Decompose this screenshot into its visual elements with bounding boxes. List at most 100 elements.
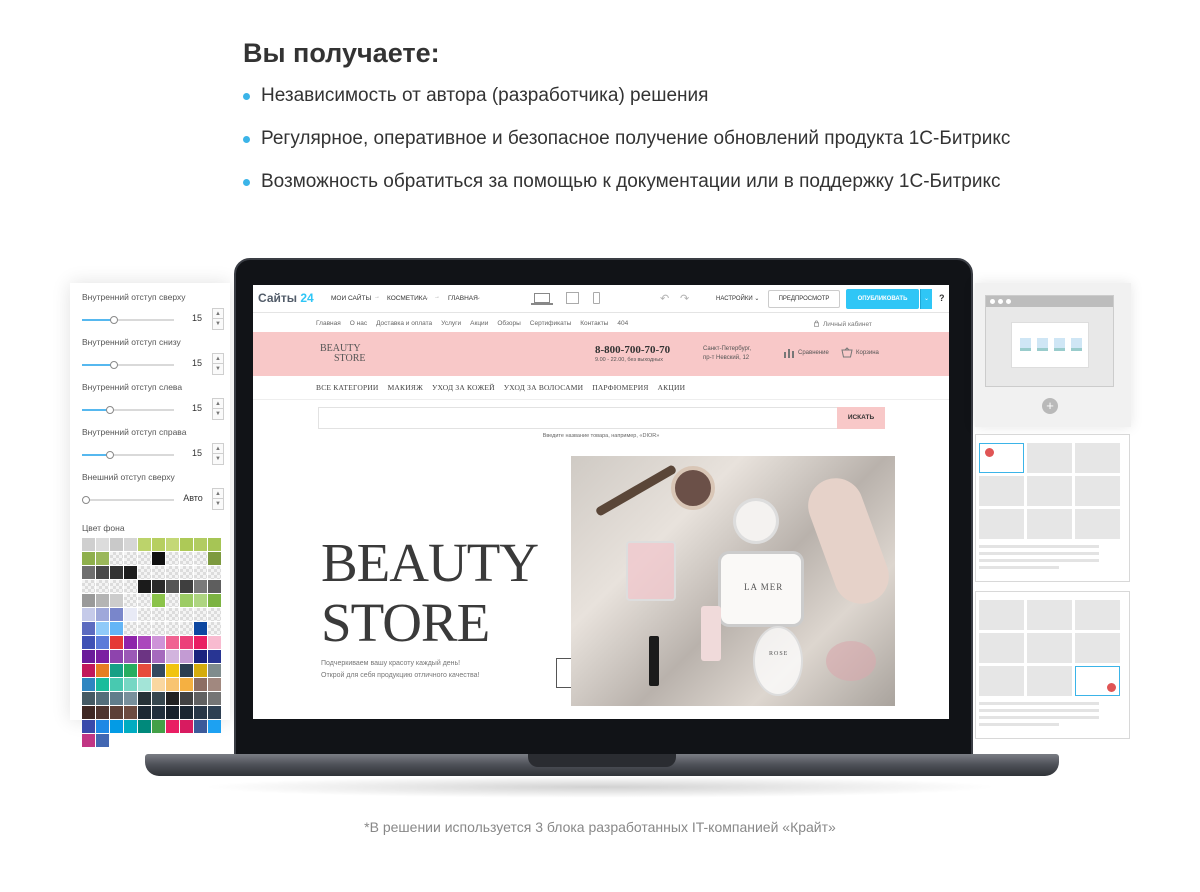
color-swatch[interactable]: [208, 692, 221, 705]
stepper-up-icon[interactable]: ▲: [213, 309, 223, 319]
color-swatch[interactable]: [124, 692, 137, 705]
color-swatch[interactable]: [138, 678, 151, 691]
color-swatch[interactable]: [208, 622, 221, 635]
block-preview-card[interactable]: +: [975, 283, 1131, 427]
color-swatch[interactable]: [82, 580, 95, 593]
category-item[interactable]: УХОД ЗА ВОЛОСАМИ: [504, 383, 583, 392]
product-search-input[interactable]: [318, 407, 838, 429]
color-swatch[interactable]: [124, 636, 137, 649]
redo-icon[interactable]: ↷: [680, 292, 689, 305]
color-swatch[interactable]: [96, 678, 109, 691]
color-swatch[interactable]: [110, 636, 123, 649]
color-swatch[interactable]: [82, 636, 95, 649]
color-swatch[interactable]: [96, 734, 109, 747]
nav-link[interactable]: Доставка и оплата: [376, 320, 432, 327]
color-swatch[interactable]: [82, 622, 95, 635]
value-stepper[interactable]: ▲ ▼: [212, 308, 224, 330]
desktop-view-icon[interactable]: [534, 293, 550, 303]
color-swatch[interactable]: [152, 720, 165, 733]
nav-link[interactable]: Акции: [470, 320, 488, 327]
slider-handle[interactable]: [106, 406, 114, 414]
color-swatch[interactable]: [180, 622, 193, 635]
color-swatch[interactable]: [138, 552, 151, 565]
color-swatch[interactable]: [194, 566, 207, 579]
setting-value[interactable]: 15: [187, 358, 207, 368]
nav-link[interactable]: О нас: [350, 320, 367, 327]
color-swatch[interactable]: [82, 538, 95, 551]
color-swatch[interactable]: [180, 538, 193, 551]
setting-slider[interactable]: [82, 361, 174, 369]
cart-link[interactable]: Корзина: [856, 350, 879, 356]
color-swatch[interactable]: [124, 706, 137, 719]
color-swatch[interactable]: [138, 622, 151, 635]
color-swatch[interactable]: [110, 650, 123, 663]
color-swatch[interactable]: [152, 636, 165, 649]
color-swatch[interactable]: [82, 706, 95, 719]
color-swatch[interactable]: [138, 664, 151, 677]
compare-link[interactable]: Сравнение: [798, 350, 829, 356]
nav-link[interactable]: Обзоры: [497, 320, 520, 327]
nav-link[interactable]: Главная: [316, 320, 341, 327]
color-swatch[interactable]: [194, 706, 207, 719]
nav-link[interactable]: Услуги: [441, 320, 461, 327]
color-swatch[interactable]: [124, 622, 137, 635]
color-swatch[interactable]: [208, 580, 221, 593]
color-swatch[interactable]: [124, 650, 137, 663]
color-swatch[interactable]: [96, 706, 109, 719]
slider-handle[interactable]: [110, 316, 118, 324]
color-swatch[interactable]: [138, 594, 151, 607]
color-swatch[interactable]: [194, 538, 207, 551]
color-swatch[interactable]: [194, 720, 207, 733]
sites24-logo[interactable]: Сайты 24: [258, 291, 314, 305]
color-swatch[interactable]: [180, 552, 193, 565]
color-swatch[interactable]: [152, 538, 165, 551]
color-swatch[interactable]: [96, 580, 109, 593]
color-swatch[interactable]: [194, 552, 207, 565]
color-swatch[interactable]: [82, 692, 95, 705]
color-swatch[interactable]: [124, 594, 137, 607]
color-swatch[interactable]: [96, 664, 109, 677]
page-selector[interactable]: ГЛАВНАЯ: [448, 295, 478, 302]
color-swatch[interactable]: [82, 650, 95, 663]
stepper-down-icon[interactable]: ▼: [213, 499, 223, 509]
color-swatch[interactable]: [138, 636, 151, 649]
phone-number[interactable]: 8-800-700-70-70: [595, 344, 670, 356]
stepper-down-icon[interactable]: ▼: [213, 409, 223, 419]
color-swatch[interactable]: [208, 594, 221, 607]
color-swatch[interactable]: [166, 552, 179, 565]
color-swatch[interactable]: [124, 678, 137, 691]
nav-link[interactable]: Сертификаты: [530, 320, 571, 327]
color-swatch[interactable]: [124, 580, 137, 593]
category-item[interactable]: МАКИЯЖ: [388, 383, 423, 392]
color-swatch[interactable]: [96, 608, 109, 621]
color-swatch[interactable]: [152, 608, 165, 621]
color-swatch[interactable]: [180, 664, 193, 677]
color-swatch[interactable]: [96, 552, 109, 565]
setting-value[interactable]: Авто: [180, 493, 206, 503]
stepper-down-icon[interactable]: ▼: [213, 454, 223, 464]
color-swatch[interactable]: [110, 608, 123, 621]
color-swatch[interactable]: [110, 692, 123, 705]
color-swatch[interactable]: [138, 720, 151, 733]
color-swatch[interactable]: [152, 580, 165, 593]
color-swatch[interactable]: [82, 594, 95, 607]
color-swatch[interactable]: [138, 580, 151, 593]
stepper-up-icon[interactable]: ▲: [213, 489, 223, 499]
color-swatch[interactable]: [124, 720, 137, 733]
color-swatch[interactable]: [180, 566, 193, 579]
color-swatch[interactable]: [110, 580, 123, 593]
color-swatch[interactable]: [138, 650, 151, 663]
color-swatch[interactable]: [194, 636, 207, 649]
color-swatch[interactable]: [96, 636, 109, 649]
value-stepper[interactable]: ▲ ▼: [212, 488, 224, 510]
color-swatch[interactable]: [208, 538, 221, 551]
color-swatch[interactable]: [82, 552, 95, 565]
color-swatch[interactable]: [82, 566, 95, 579]
slider-handle[interactable]: [110, 361, 118, 369]
value-stepper[interactable]: ▲ ▼: [212, 398, 224, 420]
stepper-up-icon[interactable]: ▲: [213, 399, 223, 409]
color-swatch[interactable]: [124, 552, 137, 565]
color-swatch[interactable]: [96, 566, 109, 579]
color-swatch[interactable]: [180, 636, 193, 649]
color-swatch[interactable]: [208, 608, 221, 621]
